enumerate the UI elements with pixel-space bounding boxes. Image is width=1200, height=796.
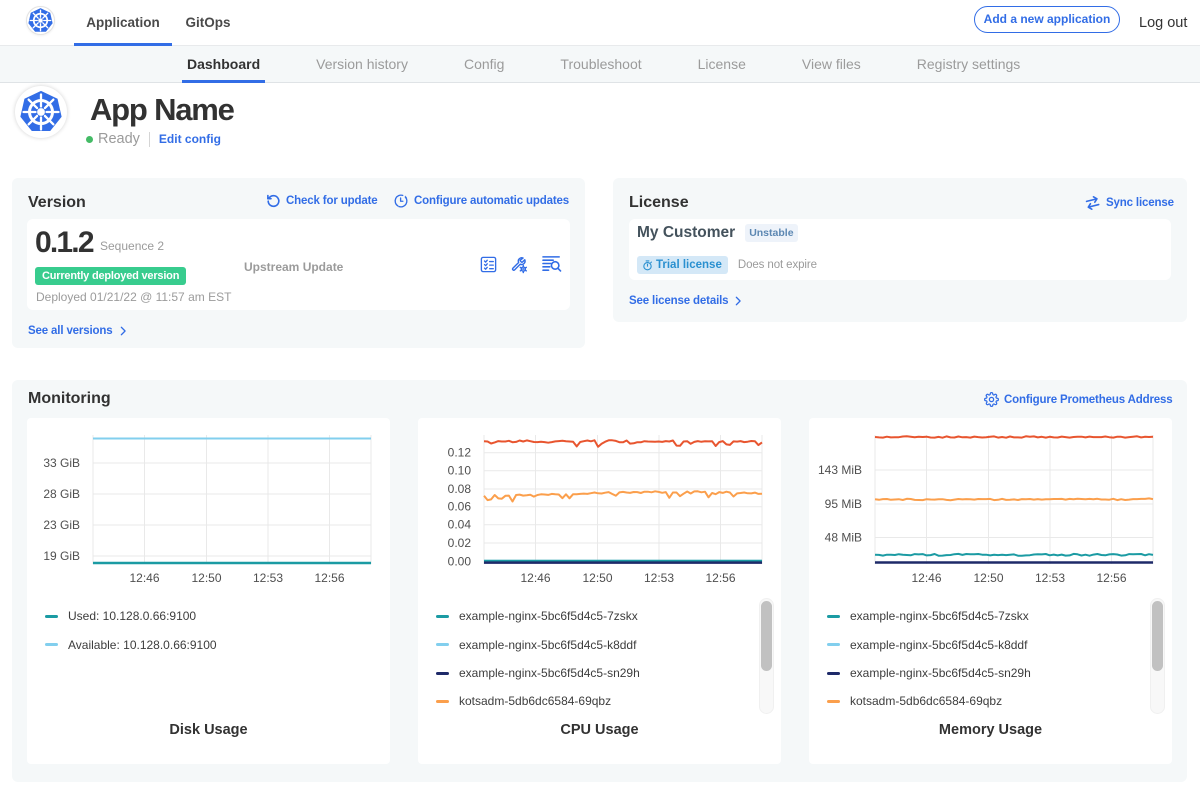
svg-text:48 MiB: 48 MiB <box>825 531 862 545</box>
svg-text:143 MiB: 143 MiB <box>818 463 862 477</box>
svg-text:12:53: 12:53 <box>253 571 283 585</box>
svg-text:0.04: 0.04 <box>448 518 472 532</box>
svg-text:0.06: 0.06 <box>448 500 472 514</box>
svg-text:0.00: 0.00 <box>448 555 472 569</box>
svg-text:0.02: 0.02 <box>448 536 472 550</box>
svg-text:33 GiB: 33 GiB <box>43 456 80 470</box>
svg-text:12:50: 12:50 <box>582 571 612 585</box>
svg-text:12:53: 12:53 <box>644 571 674 585</box>
svg-text:12:46: 12:46 <box>520 571 550 585</box>
svg-text:12:46: 12:46 <box>129 571 159 585</box>
svg-text:12:56: 12:56 <box>314 571 344 585</box>
svg-text:0.10: 0.10 <box>448 464 472 478</box>
svg-text:23 GiB: 23 GiB <box>43 518 80 532</box>
svg-text:12:46: 12:46 <box>911 571 941 585</box>
svg-text:12:50: 12:50 <box>973 571 1003 585</box>
svg-text:12:56: 12:56 <box>1096 571 1126 585</box>
svg-text:0.08: 0.08 <box>448 482 472 496</box>
svg-text:12:53: 12:53 <box>1035 571 1065 585</box>
svg-text:12:56: 12:56 <box>705 571 735 585</box>
svg-text:28 GiB: 28 GiB <box>43 487 80 501</box>
svg-text:19 GiB: 19 GiB <box>43 549 80 563</box>
svg-text:0.12: 0.12 <box>448 446 472 460</box>
svg-text:95 MiB: 95 MiB <box>825 497 862 511</box>
svg-text:12:50: 12:50 <box>191 571 221 585</box>
